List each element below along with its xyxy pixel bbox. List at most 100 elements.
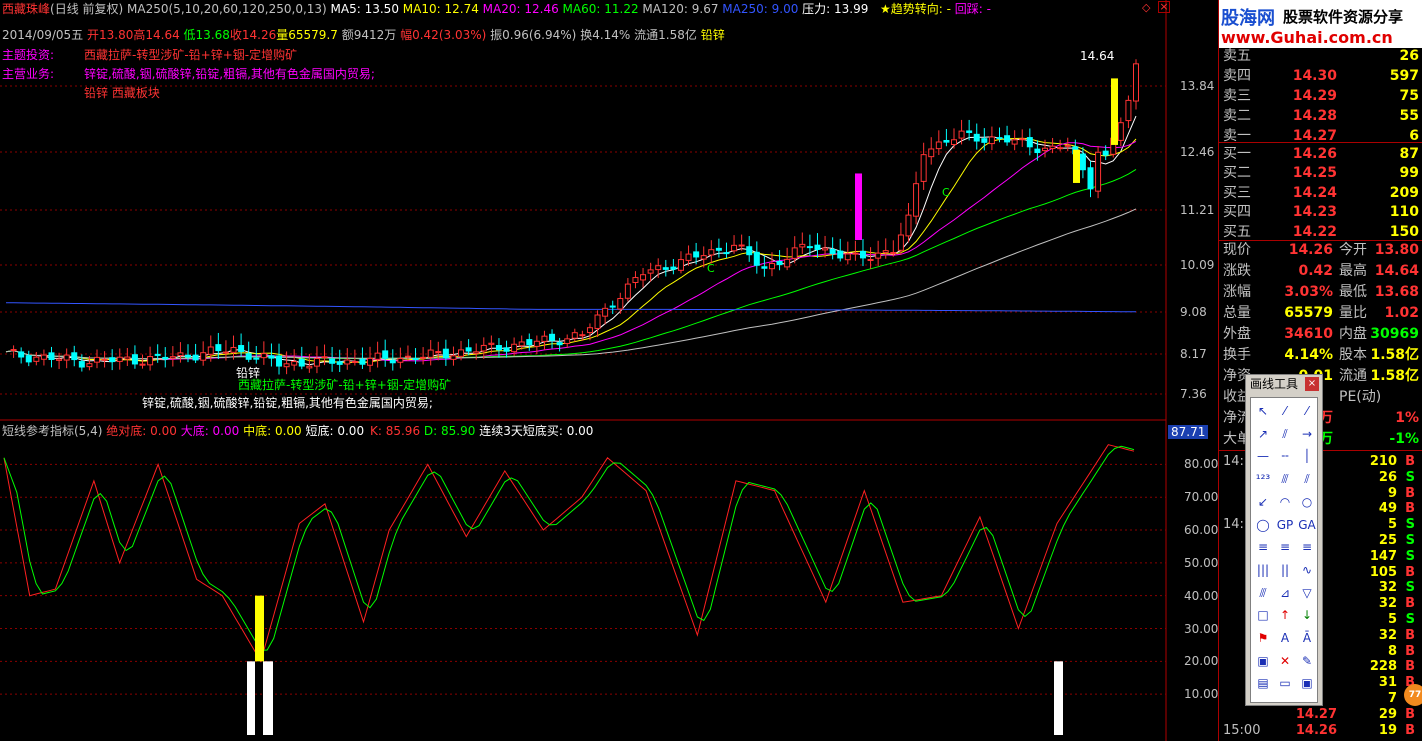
- candle-body: [154, 353, 161, 356]
- candle-body: [624, 283, 631, 299]
- ellipse-icon[interactable]: ◯: [1253, 516, 1273, 534]
- bid-row[interactable]: 买一 14.26 87: [1219, 144, 1422, 164]
- bar-turnover: 换4.14%: [580, 28, 631, 42]
- indicator-kd: K: 85.96 D: 85.90 连续3天短底买: 0.00: [370, 424, 593, 438]
- price-tick: 7.36: [1180, 387, 1207, 401]
- triangle-icon[interactable]: ▽: [1297, 584, 1317, 602]
- price-label-icon[interactable]: ¹²³: [1253, 470, 1273, 488]
- segment-icon[interactable]: ⁄: [1275, 402, 1295, 420]
- candle-body: [784, 258, 791, 268]
- bid-label: 买二: [1223, 165, 1251, 182]
- vertical-line-icon[interactable]: │: [1297, 447, 1317, 465]
- stat-value-2: 1.58亿: [1370, 368, 1419, 384]
- indicator-current-value: 87.71: [1168, 425, 1209, 439]
- cycle-line-icon[interactable]: ||: [1275, 561, 1295, 579]
- bid-row[interactable]: 买四 14.23 110: [1219, 202, 1422, 222]
- candle-body: [647, 269, 654, 274]
- candle-body: [746, 246, 753, 256]
- ruler-icon[interactable]: ▭: [1275, 674, 1295, 692]
- notification-badge[interactable]: 77: [1404, 684, 1422, 706]
- text-box-icon[interactable]: Ā: [1297, 629, 1317, 647]
- document-icon[interactable]: ▤: [1253, 674, 1273, 692]
- gann-box-icon[interactable]: GA: [1297, 516, 1317, 534]
- bottom-signal-bar: [247, 661, 255, 735]
- pressure-value: 压力: 13.99: [802, 2, 869, 16]
- horizontal-segment-icon[interactable]: ╌: [1275, 447, 1295, 465]
- candle-body: [1064, 144, 1071, 147]
- wave-line-icon[interactable]: ∿: [1297, 561, 1317, 579]
- candle-body: [943, 139, 950, 143]
- ask-row[interactable]: 卖一 14.27 6: [1219, 126, 1422, 146]
- price-tick: 9.08: [1180, 305, 1207, 319]
- up-arrow-icon[interactable]: ↑: [1275, 606, 1295, 624]
- flag-icon[interactable]: ⚑: [1253, 629, 1273, 647]
- drawing-toolbox[interactable]: 画线工具 × ↖ ⁄ ⁄ ↗ ⫽ → — ╌ │ ¹²³ ⫻ ⫽ ↙ ◠ ○ ◯ GP GA ≡ ≡ ≡ ||| || ∿ ⫻ ⊿…: [1245, 374, 1323, 706]
- block-icon[interactable]: ▣: [1253, 652, 1273, 670]
- delete-icon[interactable]: ✕: [1275, 652, 1295, 670]
- circle-icon[interactable]: ○: [1297, 493, 1317, 511]
- candle-body: [109, 357, 116, 363]
- regression-icon[interactable]: ↙: [1253, 493, 1273, 511]
- bid-row[interactable]: 买三 14.24 209: [1219, 183, 1422, 203]
- bid-price: 14.24: [1292, 184, 1337, 201]
- ma5-line: [5, 115, 1137, 366]
- down-arrow-icon[interactable]: ↓: [1297, 606, 1317, 624]
- chart-period[interactable]: (日线 前复权): [50, 2, 123, 16]
- ask-row[interactable]: 卖四 14.30 597: [1219, 66, 1422, 86]
- horizontal-ray-icon[interactable]: →: [1297, 425, 1317, 443]
- fibonacci-icon[interactable]: ≡: [1253, 538, 1273, 556]
- arc-icon[interactable]: ◠: [1275, 493, 1295, 511]
- close-chart-icon[interactable]: ×: [1158, 1, 1170, 13]
- ask-row[interactable]: 卖二 14.28 55: [1219, 106, 1422, 126]
- stat-label: 现价: [1223, 242, 1251, 258]
- text-icon[interactable]: A: [1275, 629, 1295, 647]
- stock-name[interactable]: 西藏珠峰: [2, 2, 50, 16]
- candle-body: [48, 352, 55, 361]
- ask-row[interactable]: 卖五 26: [1219, 46, 1422, 66]
- fan-line-icon[interactable]: ⫽: [1297, 470, 1317, 488]
- fib-time-icon[interactable]: ≡: [1297, 538, 1317, 556]
- ray-icon[interactable]: ⁄: [1297, 402, 1317, 420]
- highlight-icon[interactable]: ✎: [1297, 652, 1317, 670]
- speed-line-icon[interactable]: ⫻: [1253, 584, 1273, 602]
- candle-body: [715, 247, 722, 251]
- candle-body: [852, 252, 859, 255]
- angle-line-icon[interactable]: ⊿: [1275, 584, 1295, 602]
- candle-body: [556, 342, 563, 346]
- candle-body: [86, 363, 93, 368]
- parallel-line-icon[interactable]: ⫽: [1275, 425, 1295, 443]
- bid-label: 买三: [1223, 184, 1251, 201]
- candle-body: [131, 354, 138, 365]
- stat-label: 涨幅: [1223, 284, 1251, 300]
- abs-bottom: 绝对底: 0.00: [106, 424, 177, 438]
- gann-fan-icon[interactable]: GP: [1275, 516, 1295, 534]
- business-label: 主营业务:: [2, 67, 55, 81]
- stat-row: 现价 14.26 今开 13.80: [1219, 240, 1422, 260]
- snapshot-icon[interactable]: ▣: [1297, 674, 1317, 692]
- stat-value: 65579: [1284, 305, 1333, 321]
- candle-body: [928, 148, 935, 158]
- candle-body: [541, 335, 548, 342]
- fib-extension-icon[interactable]: ≡: [1275, 538, 1295, 556]
- ask-volume: 26: [1399, 48, 1419, 64]
- channel-icon[interactable]: ⫻: [1275, 470, 1295, 488]
- collapse-icon[interactable]: ◇: [1142, 1, 1150, 15]
- candle-body: [685, 253, 692, 261]
- candle-body: [882, 250, 889, 254]
- bid-row[interactable]: 买二 14.25 99: [1219, 163, 1422, 183]
- ask-row[interactable]: 卖三 14.29 75: [1219, 86, 1422, 106]
- stat-value-2: 1%: [1395, 410, 1419, 426]
- indicator-name[interactable]: 短线参考指标(5,4): [2, 424, 102, 438]
- candle-body: [655, 265, 662, 271]
- period-line-icon[interactable]: |||: [1253, 561, 1273, 579]
- horizontal-line-icon[interactable]: —: [1253, 447, 1273, 465]
- rectangle-icon[interactable]: □: [1253, 606, 1273, 624]
- extended-line-icon[interactable]: ↗: [1253, 425, 1273, 443]
- toolbox-close-button[interactable]: ×: [1305, 377, 1319, 391]
- bar-high: 高14.64: [133, 28, 180, 42]
- arrow-cursor-icon[interactable]: ↖: [1253, 402, 1273, 420]
- candle-body: [71, 352, 78, 361]
- candle-body: [230, 346, 237, 353]
- bid-row[interactable]: 买五 14.22 150: [1219, 222, 1422, 242]
- candle-body: [837, 250, 844, 259]
